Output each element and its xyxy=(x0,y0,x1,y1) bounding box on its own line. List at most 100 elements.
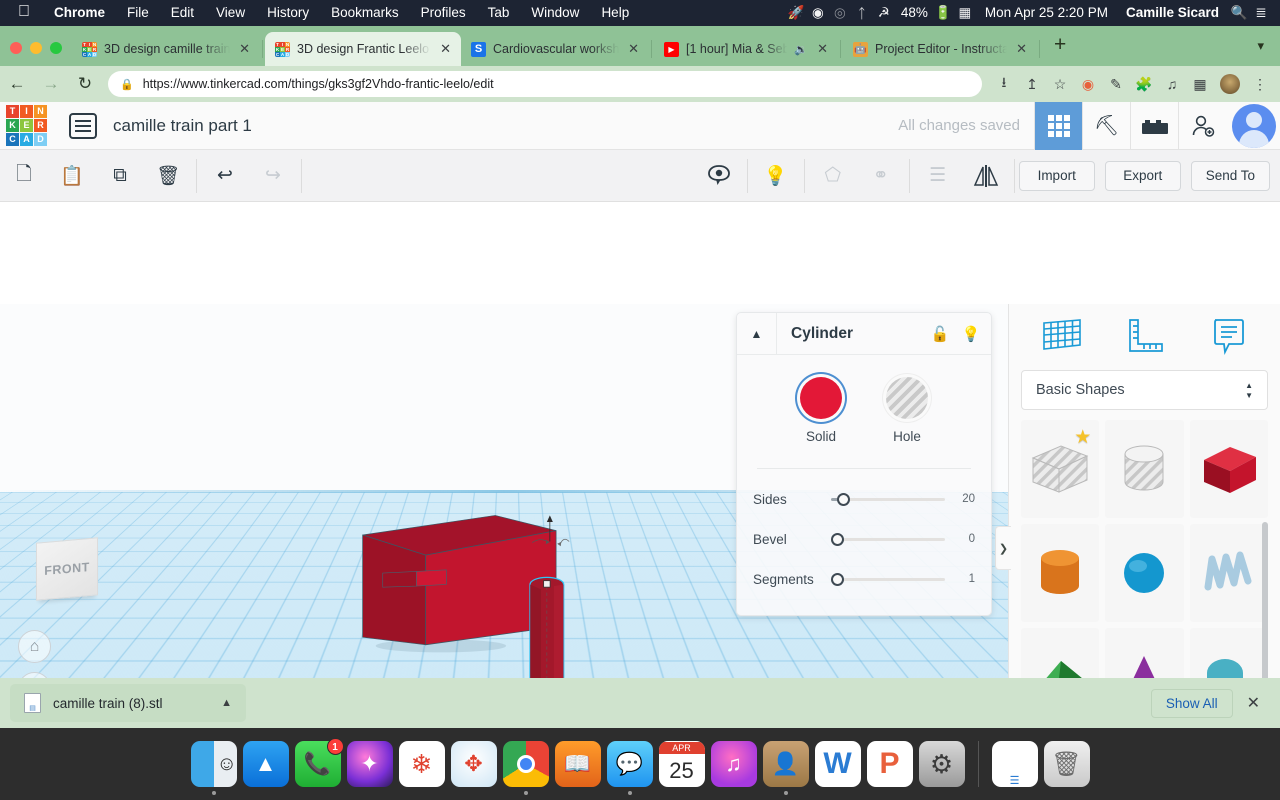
wifi-icon[interactable]: ☭ xyxy=(873,5,895,21)
bevel-slider[interactable] xyxy=(831,532,945,546)
browser-tab-2-active[interactable]: TIN KER CAD 3D design Frantic Leelo | T … xyxy=(265,32,461,66)
menu-tab[interactable]: Tab xyxy=(477,0,521,26)
tinkercad-logo[interactable]: T I N K E R C A D xyxy=(6,105,47,146)
home-view-icon[interactable]: ⌂ xyxy=(18,630,51,663)
segments-slider[interactable] xyxy=(831,572,945,586)
bookmark-star-icon[interactable]: ☆ xyxy=(1046,76,1074,93)
three-dot-menu-icon[interactable]: ⋮ xyxy=(1246,76,1274,93)
dock-item-document-file[interactable]: ☰ xyxy=(991,741,1038,787)
tab-ruler[interactable] xyxy=(1116,312,1172,360)
rocket-icon[interactable]: 🚀 xyxy=(785,5,807,21)
shape-collection-select[interactable]: Basic Shapes ▲ ▼ xyxy=(1021,370,1268,410)
workplane-icon[interactable] xyxy=(695,150,743,202)
close-download-bar-button[interactable]: ✕ xyxy=(1239,689,1268,717)
align-icon[interactable]: ☰ xyxy=(914,150,962,202)
import-button[interactable]: Import xyxy=(1018,160,1095,191)
bluetooth-icon[interactable]: ᛏ xyxy=(851,6,873,21)
record-icon[interactable]: ◉ xyxy=(1074,76,1102,93)
menu-file[interactable]: File xyxy=(116,0,160,26)
profile-avatar[interactable] xyxy=(1220,74,1240,94)
menu-help[interactable]: Help xyxy=(590,0,640,26)
browser-tab-5[interactable]: 🤖 Project Editor - Instructabl ✕ xyxy=(843,32,1037,66)
close-tab-icon[interactable]: ✕ xyxy=(1014,41,1029,57)
export-button[interactable]: Export xyxy=(1104,160,1181,191)
battery-icon[interactable]: 🔋 xyxy=(932,5,954,21)
dock-item-itunes[interactable]: ♫ xyxy=(710,741,757,787)
pencil-extension-icon[interactable]: ✎ xyxy=(1102,76,1130,93)
close-tab-icon[interactable]: ✕ xyxy=(626,41,641,57)
dock-item-system-preferences[interactable]: ⚙ xyxy=(918,741,965,787)
menu-bookmarks[interactable]: Bookmarks xyxy=(320,0,410,26)
control-center-icon[interactable]: ≣ xyxy=(1250,5,1272,21)
paste-icon[interactable]: 📋 xyxy=(48,150,96,202)
dock-item-finder[interactable]: ☺ xyxy=(190,741,237,795)
menu-profiles[interactable]: Profiles xyxy=(410,0,477,26)
dock-item-facetime[interactable]: 📞 1 xyxy=(294,738,344,787)
dock-item-trash[interactable]: 🗑 xyxy=(1043,741,1090,787)
view-cube[interactable]: FRONT xyxy=(36,537,98,601)
light-bulb-icon[interactable]: 💡 xyxy=(752,150,800,202)
menu-view[interactable]: View xyxy=(205,0,256,26)
hole-swatch[interactable] xyxy=(886,377,928,419)
delete-icon[interactable]: 🗑 xyxy=(144,150,192,202)
sidebar-scrollbar[interactable] xyxy=(1262,522,1268,702)
copy-icon[interactable]: 🗋 xyxy=(0,150,48,202)
project-title[interactable]: camille train part 1 xyxy=(113,116,252,136)
chevron-down-icon[interactable]: ▾ xyxy=(1241,38,1280,66)
dock-item-siri[interactable]: ✦ xyxy=(346,741,393,787)
show-all-downloads-button[interactable]: Show All xyxy=(1150,688,1233,718)
dock-item-photos[interactable]: ❄ xyxy=(398,741,445,787)
new-tab-button[interactable]: + xyxy=(1042,33,1078,66)
codeblocks-button[interactable]: ⛏ xyxy=(1082,101,1130,150)
solid-option[interactable]: Solid xyxy=(800,377,842,444)
dock-item-word[interactable]: W xyxy=(814,741,861,787)
dropbox-icon[interactable]: ◉ xyxy=(807,5,829,21)
dock-item-messages[interactable]: 💬 xyxy=(606,741,653,795)
hole-option[interactable]: Hole xyxy=(886,377,928,444)
tab-notes[interactable] xyxy=(1199,312,1255,360)
slider-knob[interactable] xyxy=(831,532,844,546)
menu-chrome[interactable]: Chrome xyxy=(43,0,116,26)
avatar[interactable] xyxy=(1232,103,1276,148)
invite-button[interactable] xyxy=(1178,101,1226,150)
playlist-icon[interactable]: ♫ xyxy=(1158,76,1186,92)
share-icon[interactable]: ↥ xyxy=(1018,76,1046,93)
dock-item-ibooks[interactable]: 📖 xyxy=(554,741,601,787)
sides-slider[interactable] xyxy=(831,492,945,506)
download-icon[interactable]: ⭳ xyxy=(990,72,1018,96)
shape-item-cylinder[interactable] xyxy=(1021,524,1100,622)
apple-logo-icon[interactable]:  xyxy=(12,0,43,26)
back-arrow-icon[interactable]: ← xyxy=(0,74,34,94)
ungroup-icon[interactable]: ⚭ xyxy=(857,150,905,202)
shape-item-scribble[interactable] xyxy=(1189,524,1268,622)
close-tab-icon[interactable]: ✕ xyxy=(237,41,252,57)
sidepanel-icon[interactable]: ▦ xyxy=(1186,76,1214,93)
puzzle-extension-icon[interactable]: 🧩 xyxy=(1130,76,1158,93)
address-bar[interactable]: 🔒 https://www.tinkercad.com/things/gks3g… xyxy=(108,71,982,97)
dock-item-app-store[interactable]: ▲ xyxy=(242,741,289,787)
bricks-button[interactable] xyxy=(1130,101,1178,150)
browser-tab-1[interactable]: TIN KER CAD 3D design camille train | Ti… xyxy=(72,32,260,66)
menu-window[interactable]: Window xyxy=(520,0,590,26)
duplicate-icon[interactable]: ⧉ xyxy=(96,150,144,202)
unlock-icon[interactable]: 🔓 xyxy=(923,325,957,343)
browser-tab-3[interactable]: S Cardiovascular worksheet ✕ xyxy=(461,32,649,66)
chevron-up-icon[interactable]: ▲ xyxy=(221,697,232,709)
screenshot-icon[interactable]: ▦ xyxy=(954,5,976,21)
download-item[interactable]: ▤ camille train (8).stl ▲ xyxy=(10,684,246,722)
dock-item-chrome[interactable] xyxy=(502,741,549,795)
clock-datetime[interactable]: Mon Apr 25 2:20 PM xyxy=(976,0,1117,26)
user-name-label[interactable]: Camille Sicard xyxy=(1117,0,1228,26)
browser-tab-4[interactable]: ▶ [1 hour] Mia & Sebastia 🔉 ✕ xyxy=(654,32,838,66)
slider-knob[interactable] xyxy=(837,492,850,506)
backup-icon[interactable]: ◎ xyxy=(829,5,851,21)
menu-edit[interactable]: Edit xyxy=(160,0,205,26)
tab-audio-muted-icon[interactable]: 🔉 xyxy=(794,43,808,56)
shape-item-sphere[interactable] xyxy=(1105,524,1184,622)
light-bulb-icon[interactable]: 💡 xyxy=(957,325,991,343)
slider-knob[interactable] xyxy=(831,572,844,586)
blocks-grid-button[interactable] xyxy=(1034,101,1082,150)
search-icon[interactable]: 🔍 xyxy=(1228,5,1250,21)
dock-item-calendar[interactable]: APR 25 xyxy=(658,741,705,787)
dock-item-powerpoint[interactable]: P xyxy=(866,741,913,787)
